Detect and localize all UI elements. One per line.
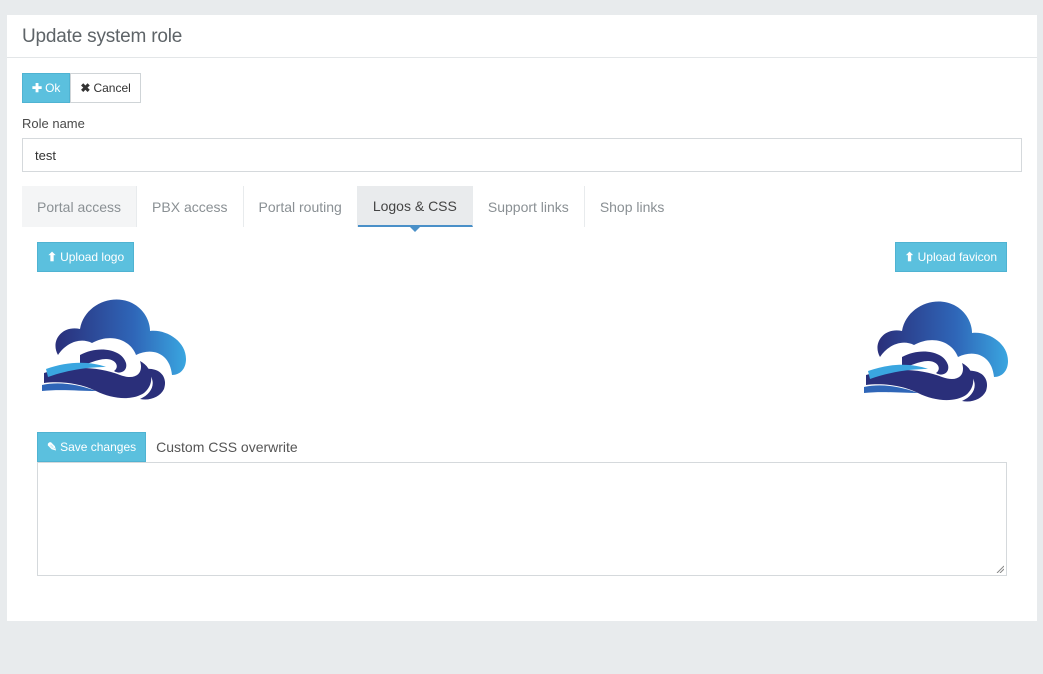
tab-shop-links[interactable]: Shop links: [585, 186, 680, 227]
page-title: Update system role: [22, 26, 183, 47]
save-changes-label: Save changes: [60, 440, 137, 454]
times-icon: ✖: [80, 81, 91, 95]
ok-button-label: Ok: [45, 81, 61, 95]
role-name-input[interactable]: test: [22, 138, 1022, 172]
role-name-label: Role name: [22, 116, 85, 131]
tab-portal-access[interactable]: Portal access: [22, 186, 138, 227]
favicon-preview-cloud-icon: [864, 301, 1008, 402]
tab-label: Portal access: [37, 198, 122, 215]
tab-label: Logos & CSS: [372, 197, 457, 214]
tab-label: Portal routing: [258, 198, 342, 215]
upload-logo-button[interactable]: ⬆ Upload logo: [37, 242, 135, 272]
tab-logos-css[interactable]: Logos & CSS: [357, 186, 473, 232]
resize-grip-icon[interactable]: [996, 565, 1004, 573]
upload-favicon-label: Upload favicon: [917, 250, 997, 264]
panel-header: Update system role: [7, 15, 1037, 58]
tab-label: Shop links: [599, 198, 665, 215]
tab-label: Support links: [487, 198, 569, 215]
upload-icon: ⬆: [904, 250, 915, 264]
upload-favicon-button[interactable]: ⬆ Upload favicon: [894, 242, 1007, 272]
save-changes-button[interactable]: ✎ Save changes: [37, 432, 147, 462]
tab-label: PBX access: [152, 198, 228, 215]
upload-icon: ⬆: [47, 250, 58, 264]
cancel-button[interactable]: ✖ Cancel: [70, 73, 141, 103]
upload-logo-label: Upload logo: [60, 250, 125, 264]
tab-pbx-access[interactable]: PBX access: [137, 186, 244, 227]
custom-css-title: Custom CSS overwrite: [156, 439, 298, 455]
tab-portal-routing[interactable]: Portal routing: [244, 186, 358, 227]
role-name-value: test: [35, 147, 56, 163]
custom-css-textarea[interactable]: [37, 462, 1007, 576]
tab-support-links[interactable]: Support links: [473, 186, 585, 227]
cancel-button-label: Cancel: [93, 81, 131, 95]
update-role-panel: Update system role ✚ Ok ✖ Cancel Role na…: [7, 15, 1037, 621]
role-tabs: Portal access PBX access Portal routing …: [22, 186, 680, 232]
logo-preview-cloud-icon: [42, 299, 186, 400]
plus-icon: ✚: [32, 81, 43, 95]
edit-icon: ✎: [47, 440, 58, 454]
action-button-group: ✚ Ok ✖ Cancel: [22, 73, 141, 103]
custom-css-header: ✎ Save changes Custom CSS overwrite: [37, 432, 298, 462]
ok-button[interactable]: ✚ Ok: [22, 73, 71, 103]
